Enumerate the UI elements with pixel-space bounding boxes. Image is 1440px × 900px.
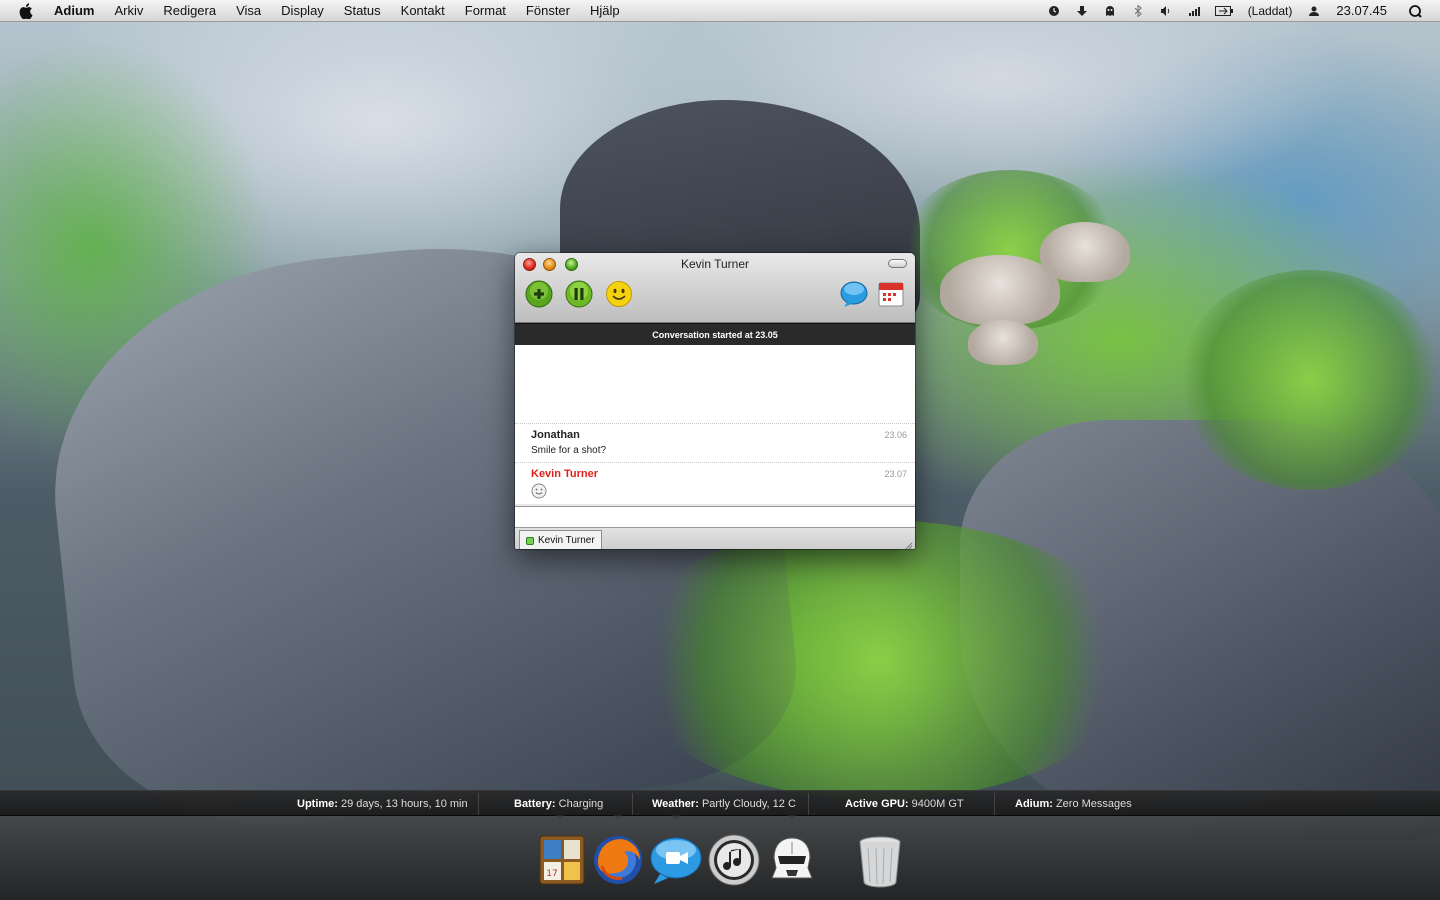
apple-icon[interactable] bbox=[18, 2, 34, 19]
message-sender: Kevin Turner bbox=[531, 468, 599, 480]
user-icon[interactable] bbox=[1307, 4, 1321, 18]
window-title: Kevin Turner bbox=[680, 257, 750, 271]
message-item: Kevin Turner 23.07 bbox=[515, 462, 915, 504]
menu-status[interactable]: Status bbox=[334, 3, 391, 18]
window-toolbar: Kevin Turner bbox=[515, 253, 915, 323]
smiley-emoticon-icon bbox=[531, 483, 547, 499]
dock: 17 bbox=[0, 816, 1440, 900]
weather-label: Weather: bbox=[652, 798, 699, 810]
battery-status-text[interactable]: (Laddat) bbox=[1248, 4, 1293, 18]
message-transcript[interactable]: Jonathan 23.06 Smile for a shot? Kevin T… bbox=[515, 345, 915, 504]
timemachine-icon[interactable] bbox=[1047, 4, 1061, 18]
divider bbox=[478, 793, 479, 815]
svg-text:17: 17 bbox=[546, 869, 557, 879]
menu-bar: Adium Arkiv Redigera Visa Display Status… bbox=[0, 0, 1440, 22]
resize-handle-icon[interactable] bbox=[903, 538, 913, 549]
firefox-icon[interactable] bbox=[590, 832, 646, 888]
stormtrooper-icon[interactable] bbox=[764, 832, 820, 888]
menu-visa[interactable]: Visa bbox=[226, 3, 271, 18]
trash-icon[interactable] bbox=[852, 832, 908, 888]
menu-kontakt[interactable]: Kontakt bbox=[391, 3, 455, 18]
weather-item: Weather: Partly Cloudy, 12 C bbox=[652, 791, 796, 817]
download-icon[interactable] bbox=[1075, 4, 1089, 18]
divider bbox=[632, 793, 633, 815]
wallpaper-moss bbox=[1180, 270, 1440, 490]
adium-icon[interactable] bbox=[1103, 4, 1117, 18]
message-item: Jonathan 23.06 Smile for a shot? bbox=[515, 423, 915, 463]
uptime-label: Uptime: bbox=[297, 798, 338, 810]
menu-format[interactable]: Format bbox=[455, 3, 516, 18]
signal-icon[interactable] bbox=[1187, 4, 1201, 18]
weather-value: Partly Cloudy, 12 C bbox=[701, 798, 796, 810]
uptime-value: 29 days, 13 hours, 10 min bbox=[341, 798, 468, 810]
tab-label: Kevin Turner bbox=[538, 535, 595, 546]
block-button[interactable] bbox=[565, 280, 593, 308]
chat-window: Kevin Turner Conversation started at 23.… bbox=[515, 253, 915, 549]
tab-bar: Kevin Turner bbox=[515, 528, 915, 549]
wallpaper-moss bbox=[620, 520, 1140, 800]
menu-hjalp[interactable]: Hjälp bbox=[580, 3, 630, 18]
menu-app-adium[interactable]: Adium bbox=[44, 3, 104, 18]
divider bbox=[808, 793, 809, 815]
menu-arkiv[interactable]: Arkiv bbox=[104, 3, 153, 18]
ichat-icon[interactable] bbox=[648, 832, 704, 888]
info-strip: Uptime: 29 days, 13 hours, 10 min Batter… bbox=[0, 790, 1440, 820]
gpu-label: Active GPU: bbox=[845, 798, 909, 810]
dashboard-icon[interactable]: 17 bbox=[534, 832, 590, 888]
menu-display[interactable]: Display bbox=[271, 3, 334, 18]
wallpaper-mushroom bbox=[968, 320, 1038, 365]
message-timestamp: 23.07 bbox=[884, 469, 907, 479]
gpu-value: 9400M GT bbox=[911, 798, 964, 810]
calendar-icon[interactable] bbox=[877, 280, 905, 308]
message-input[interactable] bbox=[515, 506, 915, 528]
menu-clock[interactable]: 23.07.45 bbox=[1336, 3, 1387, 18]
uptime-item: Uptime: 29 days, 13 hours, 10 min bbox=[297, 791, 468, 817]
spotlight-icon[interactable] bbox=[1408, 4, 1422, 18]
adium-value: Zero Messages bbox=[1055, 798, 1132, 810]
message-timestamp: 23.06 bbox=[884, 430, 907, 440]
menu-redigera[interactable]: Redigera bbox=[153, 3, 226, 18]
add-contact-button[interactable] bbox=[525, 280, 553, 308]
toolbar-toggle-button[interactable] bbox=[888, 259, 907, 268]
adium-label: Adium: bbox=[1015, 798, 1053, 810]
conversation-banner: Conversation started at 23.05 bbox=[515, 323, 915, 345]
emoticon-button[interactable] bbox=[605, 280, 633, 308]
battery-item: Battery: Charging bbox=[514, 791, 603, 817]
battery-icon[interactable] bbox=[1214, 4, 1233, 18]
gpu-item: Active GPU: 9400M GT bbox=[845, 791, 964, 817]
bluetooth-icon[interactable] bbox=[1131, 4, 1145, 18]
adium-item: Adium: Zero Messages bbox=[1015, 791, 1132, 817]
volume-icon[interactable] bbox=[1159, 4, 1173, 18]
menu-fonster[interactable]: Fönster bbox=[516, 3, 580, 18]
online-status-icon bbox=[526, 536, 534, 545]
divider bbox=[994, 793, 995, 815]
tab-kevin-turner[interactable]: Kevin Turner bbox=[519, 530, 602, 549]
battery-value: Charging bbox=[558, 798, 604, 810]
itunes-icon[interactable] bbox=[706, 832, 762, 888]
message-sender: Jonathan bbox=[531, 429, 580, 441]
message-bubble-icon[interactable] bbox=[839, 280, 868, 308]
menu-extras: (Laddat) 23.07.45 bbox=[1040, 0, 1440, 22]
battery-label: Battery: bbox=[514, 798, 556, 810]
message-body: Smile for a shot? bbox=[531, 445, 607, 456]
wallpaper-mushroom bbox=[1040, 222, 1130, 282]
